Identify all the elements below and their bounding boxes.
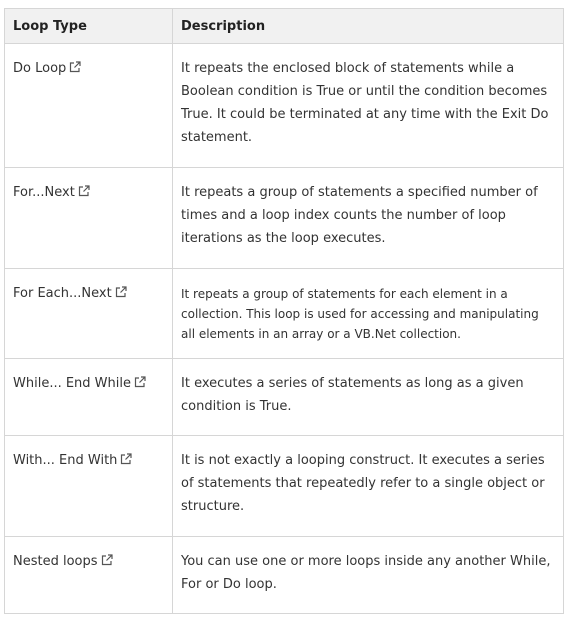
table-row: For Each...Next It repeats a group of st…: [4, 268, 564, 359]
table-header-row: Loop Type Description: [4, 8, 564, 44]
loop-link-while-end-while[interactable]: While... End While: [13, 376, 131, 391]
table-row: While... End While It executes a series …: [4, 358, 564, 436]
loop-link-for-each-next[interactable]: For Each...Next: [13, 286, 112, 301]
external-link-icon[interactable]: [115, 286, 127, 298]
loop-link-with-end-with[interactable]: With... End With: [13, 453, 117, 468]
loop-description-cell: It repeats a group of statements for eac…: [172, 268, 564, 359]
loop-type-cell: With... End With: [4, 435, 173, 537]
header-loop-type: Loop Type: [4, 8, 173, 44]
loop-description-cell: It repeats the enclosed block of stateme…: [172, 43, 564, 168]
loop-link-do-loop[interactable]: Do Loop: [13, 61, 66, 76]
external-link-icon[interactable]: [101, 554, 113, 566]
loop-type-cell: For...Next: [4, 167, 173, 269]
loop-description-cell: It repeats a group of statements a speci…: [172, 167, 564, 269]
external-link-icon[interactable]: [134, 376, 146, 388]
external-link-icon[interactable]: [120, 453, 133, 465]
loop-description-cell: It is not exactly a looping construct. I…: [172, 435, 564, 537]
loop-link-nested-loops[interactable]: Nested loops: [13, 554, 98, 569]
external-link-icon[interactable]: [69, 61, 81, 73]
header-description: Description: [172, 8, 564, 44]
table-row: Nested loops You can use one or more loo…: [4, 536, 564, 614]
loop-type-cell: For Each...Next: [4, 268, 173, 359]
table-row: With... End With It is not exactly a loo…: [4, 435, 564, 537]
loop-description-cell: It executes a series of statements as lo…: [172, 358, 564, 436]
loop-type-cell: While... End While: [4, 358, 173, 436]
loop-link-for-next[interactable]: For...Next: [13, 185, 75, 200]
table-row: Do Loop It repeats the enclosed block of…: [4, 43, 564, 168]
external-link-icon[interactable]: [78, 185, 90, 197]
loop-types-table: Loop Type Description Do Loop It repeats…: [4, 8, 564, 614]
table-row: For...Next It repeats a group of stateme…: [4, 167, 564, 269]
loop-description-cell: You can use one or more loops inside any…: [172, 536, 564, 614]
loop-type-cell: Do Loop: [4, 43, 173, 168]
loop-type-cell: Nested loops: [4, 536, 173, 614]
